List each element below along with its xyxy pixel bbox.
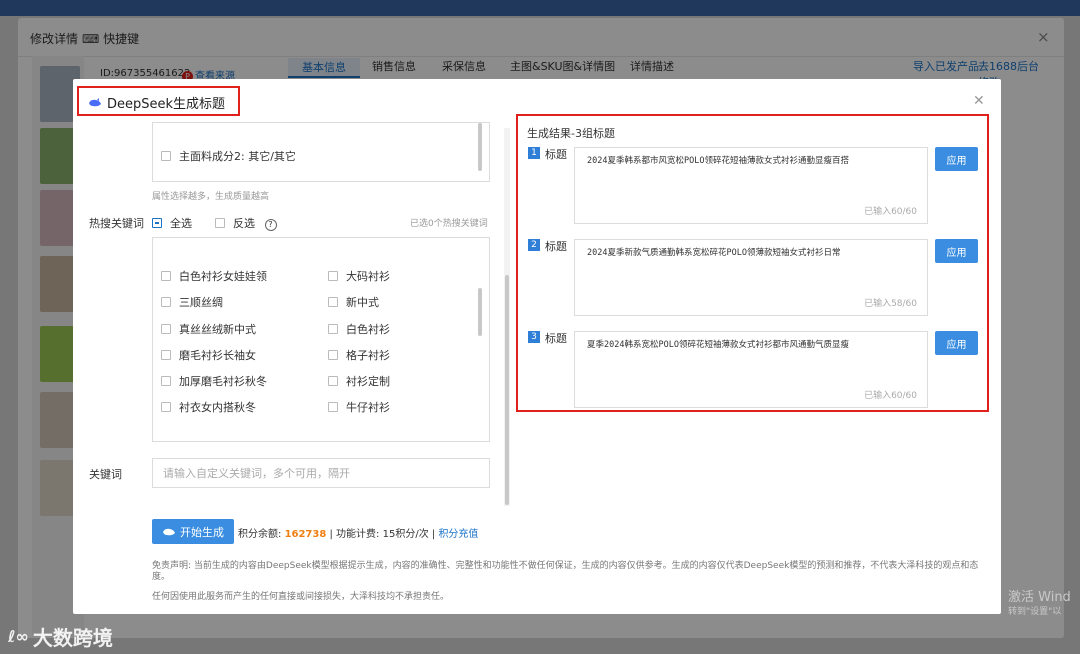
results-header: 生成结果-3组标题 <box>527 127 615 140</box>
recharge-link[interactable]: 积分充值 <box>438 529 478 540</box>
keyword-item[interactable]: 加厚磨毛衬衫秋冬 <box>161 373 267 389</box>
result-label: 标题 <box>545 332 567 345</box>
checkbox[interactable] <box>328 350 338 360</box>
start-generate-button[interactable]: 开始生成 <box>152 519 234 544</box>
checkbox[interactable] <box>215 218 225 228</box>
checkbox[interactable] <box>161 376 171 386</box>
result-title-textarea[interactable]: 夏季2024韩系宽松POLO领碎花短袖薄款女式衬衫都市风通勤气质显瘦 已输入60… <box>574 331 928 408</box>
result-title-textarea[interactable]: 2024夏季新款气质通勤韩系宽松碎花POLO领薄款短袖女式衬衫日常 已输入58/… <box>574 239 928 316</box>
fee-text: | 功能计费: 15积分/次 | <box>329 529 436 540</box>
apply-button[interactable]: 应用 <box>935 331 978 355</box>
hot-keywords-panel: 白色衬衫女娃娃领 三顺丝绸 真丝丝绒新中式 磨毛衬衫长袖女 加厚磨毛衬衫秋冬 衬… <box>152 237 490 442</box>
checkbox[interactable] <box>161 402 171 412</box>
windows-activation-subtext: 转到"设置"以 <box>1008 607 1062 617</box>
watermark-logo: ℓ∞ 大数跨境 <box>8 622 113 651</box>
char-count: 已输入60/60 <box>864 391 917 401</box>
keyword-label: 关键词 <box>89 468 122 481</box>
disclaimer-text-2: 任何因使用此服务而产生的任何直接或间接损失，大泽科技均不承担责任。 <box>152 592 450 602</box>
keyword-item[interactable]: 大码衬衫 <box>328 268 390 284</box>
result-title-text: 2024夏季韩系都市风宽松POLO领碎花短袖薄款女式衬衫通勤显瘦百搭 <box>587 156 849 166</box>
checkbox[interactable] <box>328 271 338 281</box>
checkbox[interactable] <box>161 271 171 281</box>
keyword-item[interactable]: 衬衫定制 <box>328 373 390 389</box>
result-label: 标题 <box>545 240 567 253</box>
keyword-text-field[interactable] <box>153 459 509 487</box>
points-info: 积分余额: 162738 | 功能计费: 15积分/次 | 积分充值 <box>238 525 478 540</box>
result-title-text: 2024夏季新款气质通勤韩系宽松碎花POLO领薄款短袖女式衬衫日常 <box>587 248 841 258</box>
result-title-textarea[interactable]: 2024夏季韩系都市风宽松POLO领碎花短袖薄款女式衬衫通勤显瘦百搭 已输入60… <box>574 147 928 224</box>
keyword-item[interactable]: 新中式 <box>328 294 379 310</box>
attribute-checkbox-item[interactable]: 主面料成分2: 其它/其它 <box>161 148 296 164</box>
dialog-close-icon[interactable]: ✕ <box>973 93 985 109</box>
checkbox[interactable] <box>328 402 338 412</box>
checkbox[interactable] <box>161 151 171 161</box>
apply-button[interactable]: 应用 <box>935 239 978 263</box>
result-number-badge: 2 <box>528 239 540 251</box>
left-pane-scrollbar[interactable] <box>505 275 509 505</box>
deepseek-whale-icon <box>89 97 101 106</box>
windows-activation-text: 激活 Wind <box>1008 590 1071 605</box>
help-icon[interactable]: ? <box>264 219 277 231</box>
keyword-item[interactable]: 牛仔衬衫 <box>328 399 390 415</box>
checkbox[interactable] <box>152 218 162 228</box>
watermark-text: 大数跨境 <box>32 626 113 650</box>
keyword-item[interactable]: 格子衬衫 <box>328 347 390 363</box>
hot-keywords-label: 热搜关键词 <box>89 217 144 230</box>
apply-button[interactable]: 应用 <box>935 147 978 171</box>
char-count: 已输入60/60 <box>864 207 917 217</box>
result-title-text: 夏季2024韩系宽松POLO领碎花短袖薄款女式衬衫都市风通勤气质显瘦 <box>587 340 849 350</box>
logo-mark-icon: ℓ∞ <box>8 627 29 646</box>
points-label: 积分余额: <box>238 529 282 540</box>
char-count: 已输入58/60 <box>864 299 917 309</box>
start-generate-label: 开始生成 <box>180 525 224 539</box>
attribute-hint: 属性选择越多，生成质量越高 <box>152 192 270 202</box>
keyword-item[interactable]: 磨毛衬衫长袖女 <box>161 347 256 363</box>
checkbox[interactable] <box>328 297 338 307</box>
keyword-item[interactable]: 衬衣女内搭秋冬 <box>161 399 256 415</box>
selected-keyword-count: 已选0个热搜关键词 <box>410 219 488 229</box>
result-number-badge: 3 <box>528 331 540 343</box>
dialog-title: DeepSeek生成标题 <box>88 93 225 112</box>
select-all-checkbox[interactable]: 全选 <box>152 215 192 231</box>
keyword-item[interactable]: 真丝丝绒新中式 <box>161 321 256 337</box>
points-value: 162738 <box>284 529 327 540</box>
checkbox[interactable] <box>328 324 338 334</box>
dialog-title-text: DeepSeek生成标题 <box>107 97 226 112</box>
keyword-item[interactable]: 白色衬衫女娃娃领 <box>161 268 267 284</box>
result-label: 标题 <box>545 148 567 161</box>
attribute-panel: 主面料成分2: 其它/其它 <box>152 122 490 182</box>
invert-checkbox[interactable]: 反选 ? <box>215 215 277 231</box>
keyword-item[interactable]: 白色衬衫 <box>328 321 390 337</box>
attribute-scrollbar[interactable] <box>478 123 482 171</box>
checkbox[interactable] <box>161 297 171 307</box>
disclaimer-text: 免责声明: 当前生成的内容由DeepSeek模型根据提示生成，内容的准确性、完整… <box>152 561 979 582</box>
checkbox[interactable] <box>161 350 171 360</box>
result-number-badge: 1 <box>528 147 540 159</box>
keyword-item[interactable]: 三顺丝绸 <box>161 294 223 310</box>
checkbox[interactable] <box>328 376 338 386</box>
keywords-scrollbar[interactable] <box>478 288 482 336</box>
deepseek-whale-icon <box>163 528 175 535</box>
custom-keyword-input[interactable] <box>152 458 509 488</box>
checkbox[interactable] <box>161 324 171 334</box>
